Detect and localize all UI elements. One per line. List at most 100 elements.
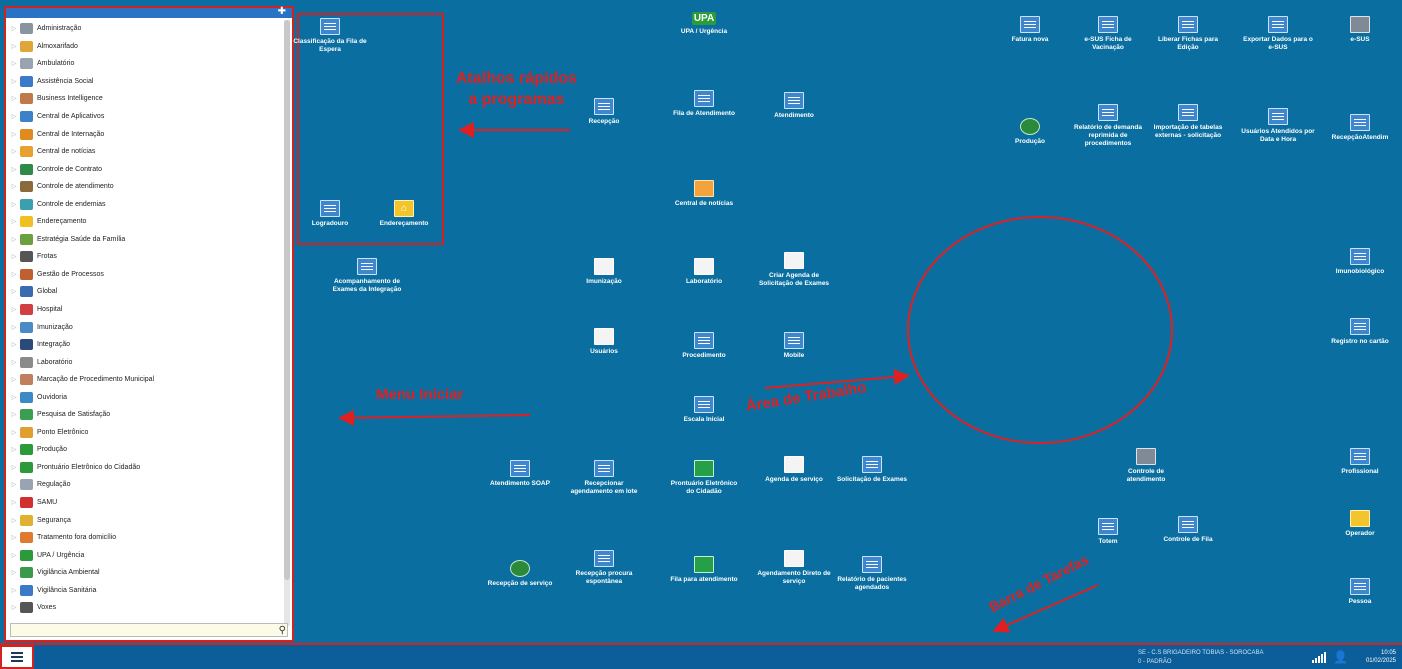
expand-arrow-icon[interactable]: ▷ (8, 534, 20, 541)
start-menu-item[interactable]: ▷ Central de Internação (8, 125, 284, 143)
desktop-shortcut[interactable]: e-SUS Ficha de Vacinação (1070, 16, 1146, 52)
expand-arrow-icon[interactable]: ▷ (8, 376, 20, 383)
expand-arrow-icon[interactable]: ▷ (8, 341, 20, 348)
shortcut-enderecamento[interactable]: ⌂ Endereçamento (366, 200, 442, 228)
start-menu-item[interactable]: ▷ Vigilância Sanitária (8, 582, 284, 600)
desktop-shortcut[interactable]: e-SUS (1322, 16, 1398, 44)
expand-arrow-icon[interactable]: ▷ (8, 359, 20, 366)
start-menu-item[interactable]: ▷ Produção (8, 441, 284, 459)
desktop-shortcut[interactable]: Operador (1322, 510, 1398, 538)
expand-arrow-icon[interactable]: ▷ (8, 60, 20, 67)
desktop-shortcut[interactable]: Importação de tabelas externas - solicit… (1150, 104, 1226, 140)
expand-arrow-icon[interactable]: ▷ (8, 569, 20, 576)
desktop-shortcut[interactable]: Exportar Dados para o e-SUS (1240, 16, 1316, 52)
expand-arrow-icon[interactable]: ▷ (8, 113, 20, 120)
expand-arrow-icon[interactable]: ▷ (8, 183, 20, 190)
start-menu-item[interactable]: ▷ Integração (8, 336, 284, 354)
start-menu-item[interactable]: ▷ Voxes (8, 599, 284, 617)
desktop-shortcut[interactable]: Recepcionar agendamento em lote (566, 460, 642, 496)
start-menu-item[interactable]: ▷ Hospital (8, 301, 284, 319)
desktop-shortcut[interactable]: Prontuário Eletrônico do Cidadão (666, 460, 742, 496)
expand-arrow-icon[interactable]: ▷ (8, 464, 20, 471)
start-menu-item[interactable]: ▷ UPA / Urgência (8, 546, 284, 564)
desktop-shortcut[interactable]: Recepção (566, 98, 642, 126)
desktop-shortcut[interactable]: Totem (1070, 518, 1146, 546)
expand-arrow-icon[interactable]: ▷ (8, 499, 20, 506)
start-menu-item[interactable]: ▷ Ouvidoria (8, 388, 284, 406)
desktop-shortcut[interactable]: Imunização (566, 258, 642, 286)
desktop-shortcut[interactable]: Fatura nova (992, 16, 1068, 44)
expand-arrow-icon[interactable]: ▷ (8, 148, 20, 155)
start-menu-item[interactable]: ▷ Gestão de Processos (8, 266, 284, 284)
desktop-shortcut[interactable]: Fila de Atendimento (666, 90, 742, 118)
expand-arrow-icon[interactable]: ▷ (8, 517, 20, 524)
desktop-shortcut[interactable]: Procedimento (666, 332, 742, 360)
start-menu-item[interactable]: ▷ Segurança (8, 511, 284, 529)
expand-arrow-icon[interactable]: ▷ (8, 78, 20, 85)
start-menu-item[interactable]: ▷ SAMU (8, 494, 284, 512)
start-menu-item[interactable]: ▷ Tratamento fora domicílio (8, 529, 284, 547)
start-menu-item[interactable]: ▷ Ponto Eletrônico (8, 424, 284, 442)
desktop-shortcut[interactable]: Registro no cartão (1322, 318, 1398, 346)
desktop-shortcut[interactable]: Imunobiológico (1322, 248, 1398, 276)
desktop-shortcut[interactable]: Atendimento (756, 92, 832, 120)
desktop-shortcut[interactable]: Profissional (1322, 448, 1398, 476)
desktop-shortcut[interactable]: Atendimento SOAP (482, 460, 558, 488)
desktop-shortcut[interactable]: Recepção de serviço (482, 560, 558, 588)
desktop-shortcut[interactable]: Usuários (566, 328, 642, 356)
desktop-shortcut[interactable]: Central de notícias (666, 180, 742, 208)
expand-arrow-icon[interactable]: ▷ (8, 394, 20, 401)
expand-arrow-icon[interactable]: ▷ (8, 481, 20, 488)
start-menu-item[interactable]: ▷ Central de Aplicativos (8, 108, 284, 126)
expand-arrow-icon[interactable]: ▷ (8, 25, 20, 32)
start-menu-item[interactable]: ▷ Estratégia Saúde da Família (8, 231, 284, 249)
desktop-shortcut[interactable]: Controle de Fila (1150, 516, 1226, 544)
desktop-shortcut[interactable]: Relatório de demanda reprimida de proced… (1070, 104, 1146, 148)
desktop-shortcut[interactable]: Acompanhamento de Exames da Integração (329, 258, 405, 294)
expand-arrow-icon[interactable]: ▷ (8, 253, 20, 260)
start-menu-item[interactable]: ▷ Frotas (8, 248, 284, 266)
expand-arrow-icon[interactable]: ▷ (8, 236, 20, 243)
desktop-shortcut[interactable]: Agenda de serviço (756, 456, 832, 484)
start-menu-item[interactable]: ▷ Vigilância Ambiental (8, 564, 284, 582)
expand-arrow-icon[interactable]: ▷ (8, 271, 20, 278)
expand-arrow-icon[interactable]: ▷ (8, 166, 20, 173)
desktop-shortcut[interactable]: Agendamento Direto de serviço (756, 550, 832, 586)
start-menu-item[interactable]: ▷ Endereçamento (8, 213, 284, 231)
start-menu-item[interactable]: ▷ Marcação de Procedimento Municipal (8, 371, 284, 389)
start-menu-item[interactable]: ▷ Ambulatório (8, 55, 284, 73)
desktop-shortcut[interactable]: Pessoa (1322, 578, 1398, 606)
desktop-shortcut[interactable]: Escala Inicial (666, 396, 742, 424)
desktop-shortcut[interactable]: Usuários Atendidos por Data e Hora (1240, 108, 1316, 144)
expand-arrow-icon[interactable]: ▷ (8, 446, 20, 453)
start-menu-item[interactable]: ▷ Business Intelligence (8, 90, 284, 108)
desktop-shortcut[interactable]: Solicitação de Exames (834, 456, 910, 484)
desktop-shortcut[interactable]: Fila para atendimento (666, 556, 742, 584)
start-menu-item[interactable]: ▷ Administração (8, 20, 284, 38)
start-menu-item[interactable]: ▷ Central de notícias (8, 143, 284, 161)
desktop-shortcut[interactable]: Criar Agenda de Solicitação de Exames (756, 252, 832, 288)
desktop-shortcut[interactable]: Controle de atendimento (1108, 448, 1184, 484)
expand-arrow-icon[interactable]: ▷ (8, 201, 20, 208)
expand-arrow-icon[interactable]: ▷ (8, 306, 20, 313)
start-menu-item[interactable]: ▷ Regulação (8, 476, 284, 494)
scrollbar-thumb[interactable] (284, 20, 290, 580)
expand-arrow-icon[interactable]: ▷ (8, 411, 20, 418)
start-menu-item[interactable]: ▷ Prontuário Eletrônico do Cidadão (8, 459, 284, 477)
desktop-shortcut[interactable]: RecepçãoAtendim (1322, 114, 1398, 142)
desktop-shortcut[interactable]: Recepção procura espontânea (566, 550, 642, 586)
start-menu-item[interactable]: ▷ Controle de endemias (8, 195, 284, 213)
expand-arrow-icon[interactable]: ▷ (8, 131, 20, 138)
expand-arrow-icon[interactable]: ▷ (8, 429, 20, 436)
shortcut-logradouro[interactable]: Logradouro (292, 200, 368, 228)
desktop-shortcut[interactable]: Laboratório (666, 258, 742, 286)
expand-arrow-icon[interactable]: ▷ (8, 288, 20, 295)
expand-arrow-icon[interactable]: ▷ (8, 324, 20, 331)
start-menu-item[interactable]: ▷ Controle de atendimento (8, 178, 284, 196)
expand-arrow-icon[interactable]: ▷ (8, 552, 20, 559)
expand-arrow-icon[interactable]: ▷ (8, 218, 20, 225)
expand-arrow-icon[interactable]: ▷ (8, 95, 20, 102)
search-icon[interactable]: ⚲ (279, 625, 286, 636)
start-menu-item[interactable]: ▷ Almoxarifado (8, 38, 284, 56)
start-menu-item[interactable]: ▷ Pesquisa de Satisfação (8, 406, 284, 424)
